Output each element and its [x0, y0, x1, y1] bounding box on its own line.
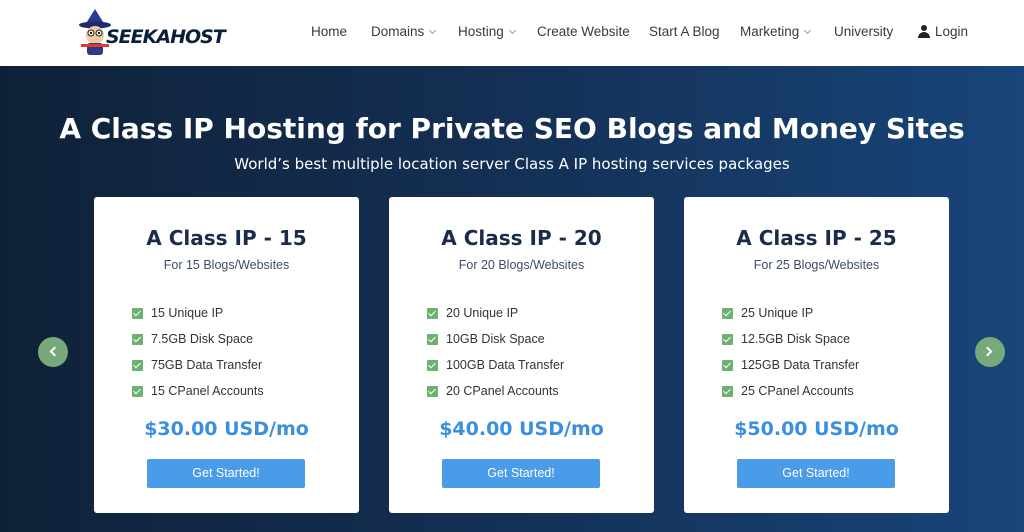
checkbox-check-icon [427, 385, 438, 397]
feature-text: 20 CPanel Accounts [446, 384, 559, 398]
plan-title: A Class IP - 20 [441, 226, 602, 250]
feature-item: 20 CPanel Accounts [427, 378, 564, 404]
plan-features: 20 Unique IP 10GB Disk Space 100GB Data … [427, 300, 564, 404]
carousel-prev-button[interactable] [38, 337, 68, 367]
checkbox-check-icon [722, 385, 733, 397]
plan-features: 15 Unique IP 7.5GB Disk Space 75GB Data … [132, 300, 264, 404]
plan-title: A Class IP - 15 [146, 226, 307, 250]
feature-item: 125GB Data Transfer [722, 352, 859, 378]
nav-marketing[interactable]: Marketing [740, 24, 812, 39]
nav-hosting-label: Hosting [458, 24, 504, 39]
feature-text: 75GB Data Transfer [151, 358, 263, 372]
feature-text: 15 Unique IP [151, 306, 224, 320]
logo-text: SEEKAHOST [106, 26, 226, 48]
checkbox-check-icon [722, 359, 733, 371]
plan-price: $50.00 USD/mo [734, 418, 899, 440]
feature-text: 10GB Disk Space [446, 332, 545, 346]
chevron-left-icon [49, 346, 60, 357]
feature-item: 12.5GB Disk Space [722, 326, 859, 352]
feature-text: 125GB Data Transfer [741, 358, 860, 372]
plan-subtitle: For 20 Blogs/Websites [458, 258, 585, 272]
nav-login-label: Login [935, 24, 969, 39]
nav-home[interactable]: Home [311, 24, 347, 39]
checkbox-check-icon [722, 333, 733, 345]
plan-features: 25 Unique IP 12.5GB Disk Space 125GB Dat… [722, 300, 859, 404]
feature-item: 20 Unique IP [427, 300, 564, 326]
user-icon [918, 25, 930, 38]
plan-price: $30.00 USD/mo [144, 418, 309, 440]
feature-item: 10GB Disk Space [427, 326, 564, 352]
feature-text: 15 CPanel Accounts [151, 384, 264, 398]
nav-start-a-blog-label: Start A Blog [649, 24, 720, 39]
nav-home-label: Home [311, 24, 348, 39]
get-started-button[interactable]: Get Started! [147, 459, 305, 488]
feature-text: 12.5GB Disk Space [741, 332, 851, 346]
plan-card: A Class IP - 20 For 20 Blogs/Websites 20… [389, 197, 654, 513]
nav-hosting[interactable]: Hosting [458, 24, 516, 39]
nav-create-website-label: Create Website [537, 24, 630, 39]
feature-text: 25 Unique IP [741, 306, 814, 320]
feature-item: 25 Unique IP [722, 300, 859, 326]
feature-item: 100GB Data Transfer [427, 352, 564, 378]
plan-subtitle: For 25 Blogs/Websites [753, 258, 880, 272]
nav-create-website[interactable]: Create Website [537, 24, 630, 39]
hero-title: A Class IP Hosting for Private SEO Blogs… [59, 112, 965, 145]
checkbox-check-icon [132, 307, 143, 319]
get-started-button[interactable]: Get Started! [442, 459, 600, 488]
chevron-down-icon [508, 26, 516, 34]
hero-subtitle: World’s best multiple location server Cl… [234, 155, 790, 173]
plan-card: A Class IP - 15 For 15 Blogs/Websites 15… [94, 197, 359, 513]
feature-text: 7.5GB Disk Space [151, 332, 254, 346]
get-started-button[interactable]: Get Started! [737, 459, 895, 488]
chevron-down-icon [429, 26, 437, 34]
nav-domains[interactable]: Domains [371, 24, 437, 39]
nav-login[interactable]: Login [918, 24, 968, 39]
feature-item: 15 Unique IP [132, 300, 264, 326]
nav-university[interactable]: University [834, 24, 893, 39]
feature-item: 75GB Data Transfer [132, 352, 264, 378]
feature-text: 100GB Data Transfer [446, 358, 565, 372]
feature-text: 25 CPanel Accounts [741, 384, 854, 398]
checkbox-check-icon [132, 385, 143, 397]
plan-card: A Class IP - 25 For 25 Blogs/Websites 25… [684, 197, 949, 513]
nav-start-a-blog[interactable]: Start A Blog [649, 24, 720, 39]
hero-section: A Class IP Hosting for Private SEO Blogs… [0, 66, 1024, 532]
checkbox-check-icon [132, 359, 143, 371]
feature-item: 7.5GB Disk Space [132, 326, 264, 352]
plan-title: A Class IP - 25 [736, 226, 897, 250]
logo[interactable]: SEEKAHOST [78, 8, 226, 58]
checkbox-check-icon [427, 333, 438, 345]
plan-price: $40.00 USD/mo [439, 418, 604, 440]
checkbox-check-icon [722, 307, 733, 319]
feature-item: 15 CPanel Accounts [132, 378, 264, 404]
checkbox-check-icon [427, 307, 438, 319]
site-header: SEEKAHOST Home Domains Hosting Create We… [0, 0, 1024, 66]
checkbox-check-icon [132, 333, 143, 345]
carousel-next-button[interactable] [975, 337, 1005, 367]
nav-university-label: University [834, 24, 894, 39]
checkbox-check-icon [427, 359, 438, 371]
chevron-down-icon [804, 26, 812, 34]
plan-subtitle: For 15 Blogs/Websites [163, 258, 290, 272]
chevron-right-icon [982, 346, 993, 357]
nav-domains-label: Domains [371, 24, 425, 39]
nav-marketing-label: Marketing [740, 24, 800, 39]
feature-text: 20 Unique IP [446, 306, 519, 320]
feature-item: 25 CPanel Accounts [722, 378, 859, 404]
